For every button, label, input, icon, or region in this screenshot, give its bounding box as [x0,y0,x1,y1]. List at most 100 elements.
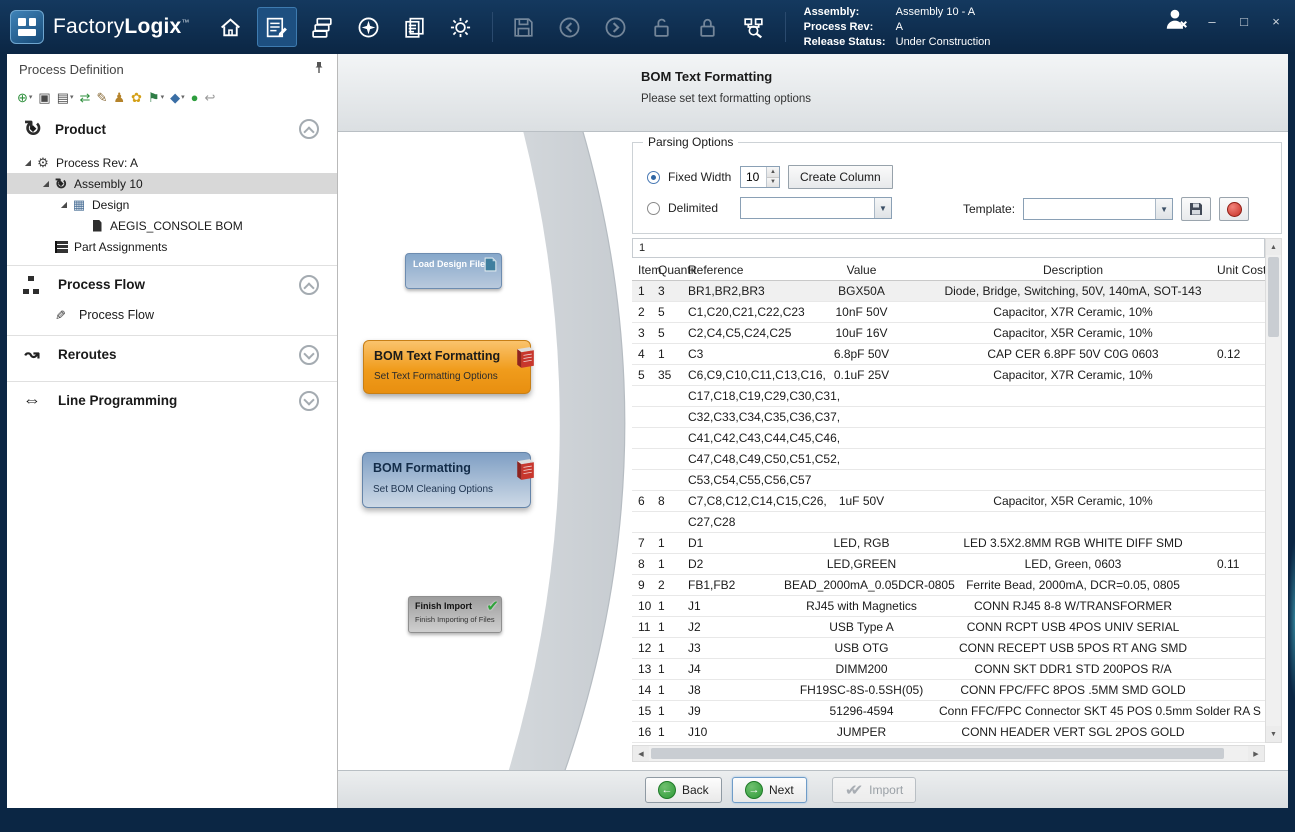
maximize-button[interactable]: □ [1235,14,1253,29]
bom-grid-row[interactable]: 25C1,C20,C21,C22,C2310nF 50VCapacitor, X… [632,302,1265,323]
bom-grid-row[interactable]: 101J1RJ45 with MagneticsCONN RJ45 8-8 W/… [632,596,1265,617]
fixed-width-stepper[interactable]: 10 ▲▼ [740,166,780,188]
scroll-right-icon[interactable]: ▶ [1248,746,1264,761]
palette-icon[interactable]: ✿ [129,87,144,107]
delete-template-button[interactable] [1219,197,1249,221]
next-button[interactable]: → Next [732,777,807,803]
bom-grid-row[interactable]: 41C36.8pF 50VCAP CER 6.8PF 50V C0G 06030… [632,344,1265,365]
batches-icon[interactable] [303,7,343,47]
bom-grid-row[interactable]: 35C2,C4,C5,C24,C2510uF 16VCapacitor, X5R… [632,323,1265,344]
column-ruler[interactable]: 1 [632,238,1265,258]
settings-gear-icon[interactable] [441,7,481,47]
product-tree: ◢Process Rev: A◢Assembly 10◢DesignAEGIS_… [7,152,337,257]
print-icon[interactable]: ▤▾ [55,87,76,107]
forward-icon[interactable] [596,7,636,47]
user-icon[interactable]: ♟ [111,87,127,107]
tree-item-process-flow[interactable]: Process Flow [7,303,337,327]
bom-preview-grid: 1 Item Quantit Reference Value Descripti… [632,238,1282,762]
expander-icon[interactable]: ◢ [39,179,53,188]
bom-grid-row[interactable]: 161J10JUMPERCONN HEADER VERT SGL 2POS GO… [632,722,1265,743]
bom-grid-row[interactable]: 81D2LED,GREENLED, Green, 06030.11 [632,554,1265,575]
scroll-down-icon[interactable]: ▼ [1266,726,1281,742]
tree-item-process-rev-a[interactable]: ◢Process Rev: A [7,152,337,173]
lock-icon[interactable] [688,7,728,47]
bom-grid-row[interactable]: C53,C54,C55,C56,C57 [632,470,1265,491]
pin-icon[interactable] [313,61,325,77]
bom-grid-row[interactable]: C47,C48,C49,C50,C51,C52, [632,449,1265,470]
go-icon[interactable]: ● [189,87,201,107]
save-template-button[interactable] [1181,197,1211,221]
bom-grid-row[interactable]: 151J951296-4594Conn FFC/FPC Connector SK… [632,701,1265,722]
vertical-scrollbar[interactable]: ▲ ▼ [1265,238,1282,743]
create-column-button[interactable]: Create Column [788,165,893,189]
expand-down-icon[interactable] [299,345,319,365]
tree-item-design[interactable]: ◢Design [7,194,337,215]
bom-grid-row[interactable]: 68C7,C8,C12,C14,C15,C26,1uF 50VCapacitor… [632,491,1265,512]
expand-down-icon[interactable] [299,391,319,411]
save-icon[interactable] [504,7,544,47]
step-load-design-files[interactable]: Load Design Files [405,253,502,289]
tree-item-assembly-10[interactable]: ◢Assembly 10 [7,173,337,194]
delimiter-select[interactable]: ▼ [740,197,892,219]
navigator-icon[interactable] [349,7,389,47]
bom-grid-row[interactable]: C17,C18,C19,C29,C30,C31, [632,386,1265,407]
section-process-flow[interactable]: Process Flow [7,265,337,303]
bom-grid-row[interactable]: C32,C33,C34,C35,C36,C37, [632,407,1265,428]
process-editor-icon[interactable] [257,7,297,47]
step-finish-import[interactable]: Finish ImportFinish Importing of Files✔ [408,596,502,633]
spin-down-icon[interactable]: ▼ [767,177,779,188]
flags-icon[interactable]: ⚑▾ [146,87,166,107]
chevron-down-icon: ▼ [874,198,891,218]
sync-icon[interactable]: ⇄ [78,87,93,107]
delimited-radio[interactable] [647,202,660,215]
close-button[interactable]: × [1267,14,1285,29]
bom-grid-row[interactable]: 71D1LED, RGBLED 3.5X2.8MM RGB WHITE DIFF… [632,533,1265,554]
fixed-width-radio[interactable] [647,171,660,184]
assembly-info: Assembly:Assembly 10 - A Process Rev:A R… [804,5,991,50]
section-line-programming[interactable]: Line Programming [7,381,337,419]
collapse-up-icon[interactable] [299,275,319,295]
bom-grid-row[interactable]: 535C6,C9,C10,C11,C13,C16,0.1uF 25VCapaci… [632,365,1265,386]
expander-icon[interactable]: ◢ [21,158,35,167]
bom-grid-row[interactable]: 141J8FH19SC-8S-0.5SH(05)CONN FPC/FFC 8PO… [632,680,1265,701]
section-reroutes[interactable]: Reroutes [7,335,337,373]
reports-icon[interactable] [395,7,435,47]
scroll-up-icon[interactable]: ▲ [1266,239,1281,255]
minimize-button[interactable]: – [1203,14,1221,29]
scroll-left-icon[interactable]: ◀ [633,746,649,761]
step-bom-formatting[interactable]: BOM FormattingSet BOM Cleaning Options [362,452,531,508]
expander-icon[interactable]: ◢ [57,200,71,209]
section-product[interactable]: Product [7,110,337,148]
grid-header[interactable]: Item Quantit Reference Value Description… [632,260,1265,281]
bom-grid-row[interactable]: 111J2USB Type ACONN RCPT USB 4POS UNIV S… [632,617,1265,638]
back-icon[interactable] [550,7,590,47]
import-button[interactable]: ✔✔ Import [832,777,916,803]
bom-grid-row[interactable]: 92FB1,FB2BEAD_2000mA_0.05DCR-0805Ferrite… [632,575,1265,596]
collapse-up-icon[interactable] [299,119,319,139]
copy-icon[interactable]: ▣ [36,87,52,107]
template-select[interactable]: ▼ [1023,198,1173,220]
bom-grid-row[interactable]: C27,C28 [632,512,1265,533]
bom-grid-row[interactable]: 13BR1,BR2,BR3BGX50ADiode, Bridge, Switch… [632,281,1265,302]
step-bom-text-formatting[interactable]: BOM Text FormattingSet Text Formatting O… [363,340,531,394]
bom-grid-row[interactable]: C41,C42,C43,C44,C45,C46, [632,428,1265,449]
scroll-thumb[interactable] [651,748,1224,759]
process-flow-icon [21,274,43,296]
send-icon[interactable]: ◆▾ [168,87,187,107]
add-icon[interactable]: ⊕▾ [15,87,34,107]
tree-item-aegis-console-bom[interactable]: AEGIS_CONSOLE BOM [7,215,337,236]
unlock-icon[interactable] [642,7,682,47]
product-icon [21,117,45,141]
scroll-thumb[interactable] [1268,257,1279,337]
bom-grid-row[interactable]: 121J3USB OTGCONN RECEPT USB 5POS RT ANG … [632,638,1265,659]
undo-icon[interactable]: ↩ [202,87,217,107]
bom-grid-row[interactable]: 131J4DIMM200CONN SKT DDR1 STD 200POS R/A [632,659,1265,680]
process-search-icon[interactable] [734,7,774,47]
edit-icon[interactable]: ✎ [94,87,109,107]
spin-up-icon[interactable]: ▲ [767,167,779,177]
home-icon[interactable] [211,7,251,47]
back-button[interactable]: ← Back [645,777,722,803]
tree-item-part-assignments[interactable]: Part Assignments [7,236,337,257]
horizontal-scrollbar[interactable]: ◀ ▶ [632,745,1265,762]
user-logoff-icon[interactable] [1163,6,1189,37]
